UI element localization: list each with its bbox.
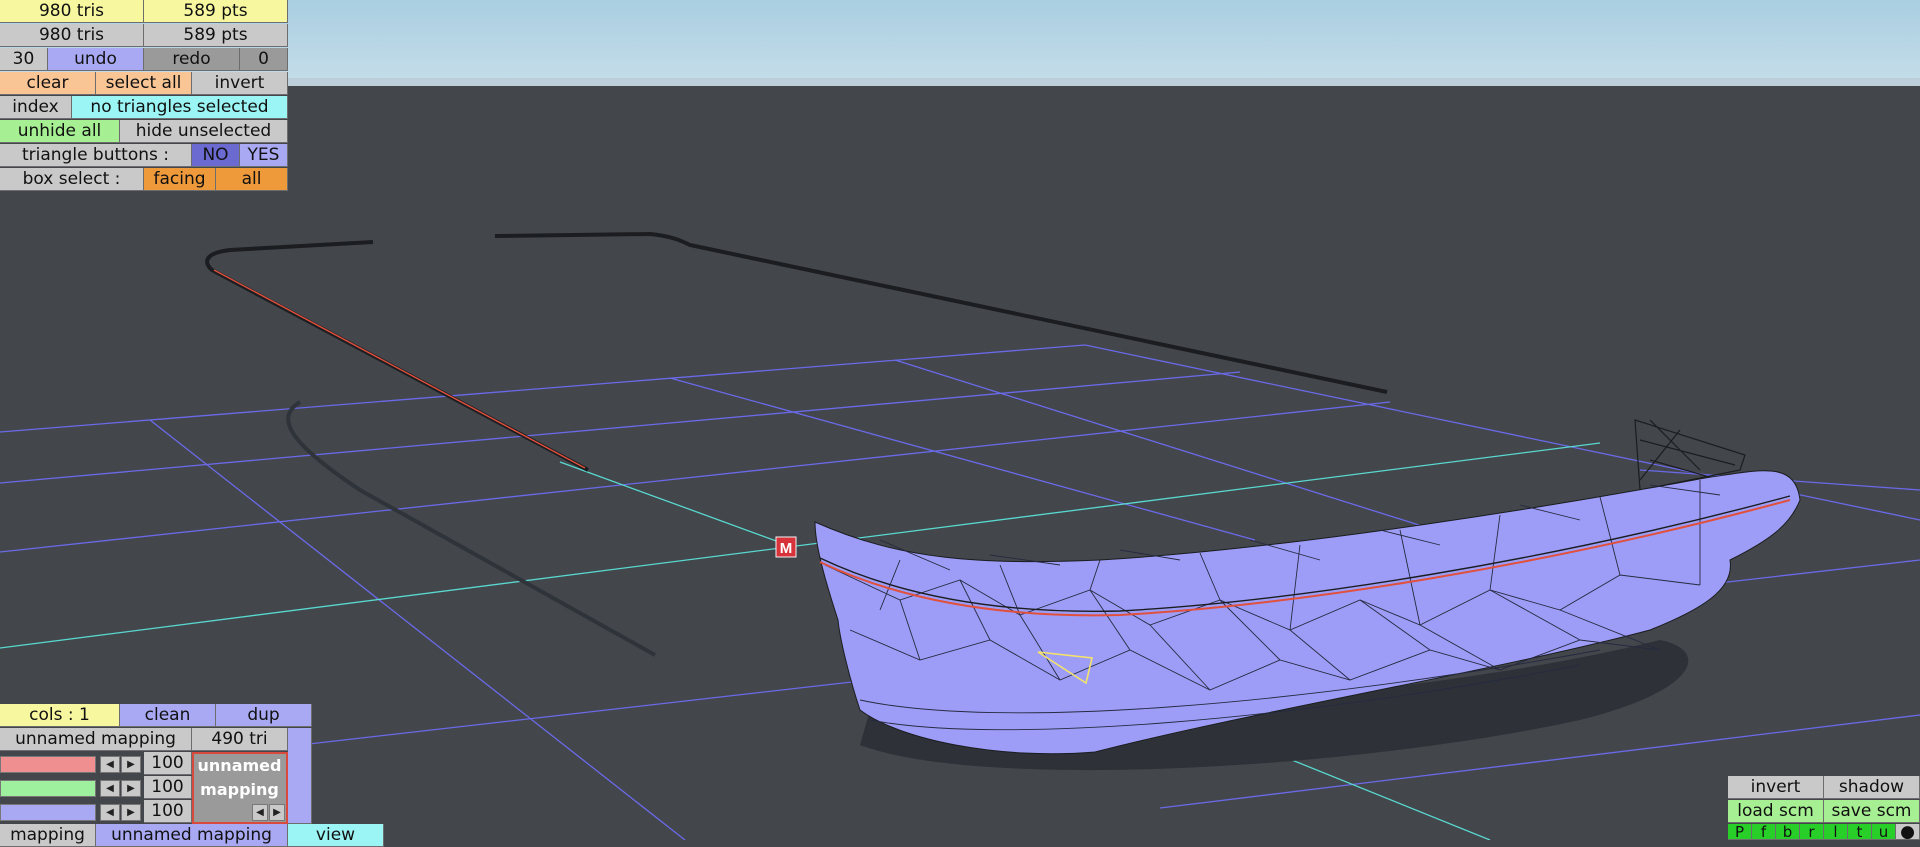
hide-unselected-button[interactable]: hide unselected [120,120,288,143]
curve-wire-red [213,269,586,469]
box-select-all[interactable]: all [216,168,288,191]
triangle-buttons-yes[interactable]: YES [240,144,288,167]
sky-background [0,0,1920,86]
tab-mapping[interactable]: mapping [0,824,96,847]
mode-button-2[interactable]: b [1776,824,1800,840]
tris-visible: 980 tris [0,24,144,47]
top-left-panel: 980 tris 589 pts 980 tris 589 pts 30 und… [0,0,288,192]
green-slider[interactable] [0,780,96,797]
origin-marker[interactable]: M [775,536,797,558]
triangle-buttons-label: triangle buttons : [0,144,192,167]
clear-button[interactable]: clear [0,72,96,95]
marker-label: M [780,540,793,557]
horizon-haze [0,78,1920,86]
mode-button-3[interactable]: r [1800,824,1824,840]
green-increase[interactable]: ▶ [121,780,141,797]
green-decrease[interactable]: ◀ [100,780,120,797]
save-scm-button[interactable]: save scm [1824,800,1920,823]
triangle-buttons-no[interactable]: NO [192,144,240,167]
undo-count: 30 [0,48,48,71]
curve-wire-black [205,231,1388,472]
index-button[interactable]: index [0,96,72,119]
select-all-button[interactable]: select all [96,72,192,95]
redo-count: 0 [240,48,288,71]
mode-button-4[interactable]: l [1824,824,1848,840]
invert-selection-button[interactable]: invert [192,72,288,95]
red-value[interactable]: 100 [144,752,192,775]
green-value[interactable]: 100 [144,776,192,799]
pts-total: 589 pts [144,0,288,23]
swatch-label: unnamed mapping [197,756,282,799]
swatch-next[interactable]: ▶ [269,804,285,821]
box-select-label: box select : [0,168,144,191]
blue-slider[interactable] [0,804,96,821]
tab-view[interactable]: view [288,824,384,847]
swatch-prev[interactable]: ◀ [252,804,268,821]
mode-button-1[interactable]: f [1752,824,1776,840]
mode-button-7[interactable]: ● [1896,824,1920,840]
mode-button-5[interactable]: t [1848,824,1872,840]
mode-button-6[interactable]: u [1872,824,1896,840]
shadow-button[interactable]: shadow [1824,776,1920,799]
red-slider[interactable] [0,756,96,773]
blue-increase[interactable]: ▶ [121,804,141,821]
undo-button[interactable]: undo [48,48,144,71]
invert-button[interactable]: invert [1728,776,1824,799]
mapping-panel: cols : 1 clean dup unnamed mapping 490 t… [0,704,384,847]
tris-total: 980 tris [0,0,144,23]
dup-button[interactable]: dup [216,704,312,727]
mode-button-0[interactable]: P [1728,824,1752,840]
mode-button-row: Pf b r l t u ● [1728,824,1920,840]
selection-status: no triangles selected [72,96,288,119]
unhide-all-button[interactable]: unhide all [0,120,120,143]
box-select-facing[interactable]: facing [144,168,216,191]
blue-decrease[interactable]: ◀ [100,804,120,821]
redo-button[interactable]: redo [144,48,240,71]
tab-unnamed-mapping[interactable]: unnamed mapping [96,824,288,847]
bottom-right-panel: invert shadow load scm save scm Pf b r l t u ● [1728,776,1920,840]
wire-shadow [286,400,656,657]
load-scm-button[interactable]: load scm [1728,800,1824,823]
mapping-tris: 490 tri [192,728,288,751]
cols-label: cols : 1 [0,704,120,727]
red-increase[interactable]: ▶ [121,756,141,773]
clean-button[interactable]: clean [120,704,216,727]
blue-value[interactable]: 100 [144,800,192,823]
mapping-scrollbar[interactable] [288,728,312,824]
red-decrease[interactable]: ◀ [100,756,120,773]
mapping-name[interactable]: unnamed mapping [0,728,192,751]
pts-visible: 589 pts [144,24,288,47]
